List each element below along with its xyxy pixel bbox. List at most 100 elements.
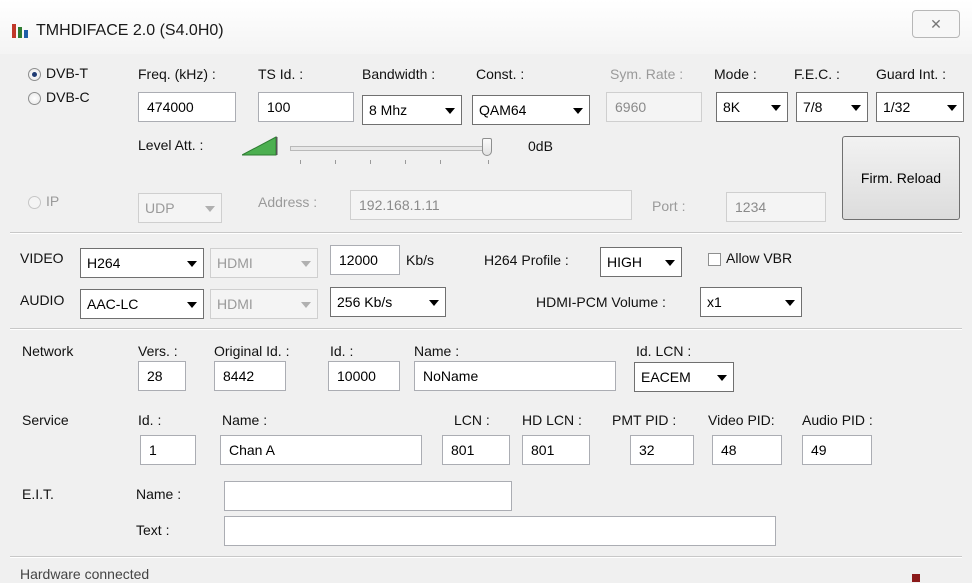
ip-radio[interactable] [28, 196, 41, 209]
audio-bitrate-select[interactable]: 256 Kb/s [330, 287, 446, 317]
hd-lcn-input[interactable]: 801 [522, 435, 590, 465]
network-vers-input[interactable]: 28 [138, 361, 186, 391]
video-source-select: HDMI [210, 248, 318, 278]
eit-name-label: Name : [136, 486, 182, 502]
level-slider-thumb[interactable] [482, 138, 492, 156]
symrate-input: 6960 [606, 92, 702, 122]
lcn-input[interactable]: 801 [442, 435, 510, 465]
video-bitrate-input[interactable]: 12000 [330, 245, 400, 275]
original-id-label: Original Id. : [214, 343, 290, 359]
chevron-down-icon [947, 105, 957, 111]
const-label: Const. : [476, 66, 525, 82]
service-label: Service [22, 412, 69, 428]
status-indicator-icon [912, 574, 920, 582]
audio-codec-select[interactable]: AAC-LC [80, 289, 204, 319]
slider-tick [488, 160, 489, 164]
audio-label: AUDIO [20, 292, 65, 308]
video-pid-input[interactable]: 48 [712, 435, 782, 465]
chevron-down-icon [717, 375, 727, 381]
fec-select[interactable]: 7/8 [796, 92, 868, 122]
chevron-down-icon [785, 300, 795, 306]
h264-profile-value: HIGH [607, 254, 642, 270]
service-name-input[interactable]: Chan A [220, 435, 422, 465]
bandwidth-value: 8 Mhz [369, 102, 408, 118]
address-label: Address : [258, 194, 318, 210]
network-id-label: Id. : [330, 343, 354, 359]
mode-label: Mode : [714, 66, 757, 82]
guard-value: 1/32 [883, 99, 911, 115]
chevron-down-icon [573, 108, 583, 114]
audio-source-value: HDMI [217, 296, 253, 312]
slider-tick [300, 160, 301, 164]
eit-name-input[interactable] [224, 481, 512, 511]
status-text: Hardware connected [20, 566, 150, 582]
h264-profile-select[interactable]: HIGH [600, 247, 682, 277]
video-label: VIDEO [20, 250, 64, 266]
close-button[interactable]: ✕ [912, 10, 960, 38]
divider [10, 556, 962, 558]
network-label: Network [22, 343, 74, 359]
const-select[interactable]: QAM64 [472, 95, 590, 125]
chevron-down-icon [851, 105, 861, 111]
chevron-down-icon [187, 261, 197, 267]
id-lcn-label: Id. LCN : [636, 343, 692, 359]
video-pid-label: Video PID: [708, 412, 775, 428]
chevron-down-icon [445, 108, 455, 114]
audio-pid-label: Audio PID : [802, 412, 873, 428]
chevron-down-icon [429, 300, 439, 306]
freq-input[interactable]: 474000 [138, 92, 236, 122]
h264-profile-label: H264 Profile : [484, 252, 569, 268]
bandwidth-label: Bandwidth : [362, 66, 436, 82]
eit-label: E.I.T. [22, 486, 54, 502]
mode-select[interactable]: 8K [716, 92, 788, 122]
mode-value: 8K [723, 99, 741, 115]
service-name-label: Name : [222, 412, 268, 428]
id-lcn-value: EACEM [641, 369, 691, 385]
allow-vbr-label: Allow VBR [726, 250, 793, 266]
network-name-label: Name : [414, 343, 460, 359]
allow-vbr-checkbox[interactable] [708, 253, 721, 266]
slider-tick [370, 160, 371, 164]
eit-text-label: Text : [136, 522, 170, 538]
tsid-input[interactable]: 100 [258, 92, 354, 122]
network-name-input[interactable]: NoName [414, 361, 616, 391]
dvbt-radio[interactable] [28, 68, 41, 81]
slider-tick [405, 160, 406, 164]
video-codec-select[interactable]: H264 [80, 248, 204, 278]
symrate-label: Sym. Rate : [610, 66, 684, 82]
dvbc-radio[interactable] [28, 92, 41, 105]
id-lcn-select[interactable]: EACEM [634, 362, 734, 392]
slider-tick [335, 160, 336, 164]
original-id-input[interactable]: 8442 [214, 361, 286, 391]
video-codec-value: H264 [87, 255, 121, 271]
tsid-label: TS Id. : [258, 66, 304, 82]
window-title: TMHDIFACE 2.0 (S4.0H0) [36, 22, 224, 39]
pcm-volume-select[interactable]: x1 [700, 287, 802, 317]
level-slider-track[interactable] [290, 146, 492, 151]
bandwidth-select[interactable]: 8 Mhz [362, 95, 462, 125]
port-input: 1234 [726, 192, 826, 222]
guard-select[interactable]: 1/32 [876, 92, 964, 122]
pmt-pid-label: PMT PID : [612, 412, 677, 428]
fec-value: 7/8 [803, 99, 823, 115]
freq-label: Freq. (kHz) : [138, 66, 216, 82]
divider [10, 328, 962, 330]
signal-level-icon [242, 136, 278, 156]
network-id-input[interactable]: 10000 [328, 361, 400, 391]
chevron-down-icon [187, 302, 197, 308]
video-bitrate-unit: Kb/s [406, 252, 435, 268]
service-id-input[interactable]: 1 [140, 435, 196, 465]
eit-text-input[interactable] [224, 516, 776, 546]
level-value: 0dB [528, 138, 553, 154]
pmt-pid-input[interactable]: 32 [630, 435, 694, 465]
firm-reload-button[interactable]: Firm. Reload [842, 136, 960, 220]
chevron-down-icon [771, 105, 781, 111]
audio-pid-input[interactable]: 49 [802, 435, 872, 465]
app-icon [12, 24, 28, 38]
fec-label: F.E.C. : [794, 66, 840, 82]
ip-label: IP [46, 193, 60, 209]
video-source-value: HDMI [217, 255, 253, 271]
protocol-value: UDP [145, 200, 175, 216]
hd-lcn-label: HD LCN : [522, 412, 582, 428]
service-id-label: Id. : [138, 412, 162, 428]
